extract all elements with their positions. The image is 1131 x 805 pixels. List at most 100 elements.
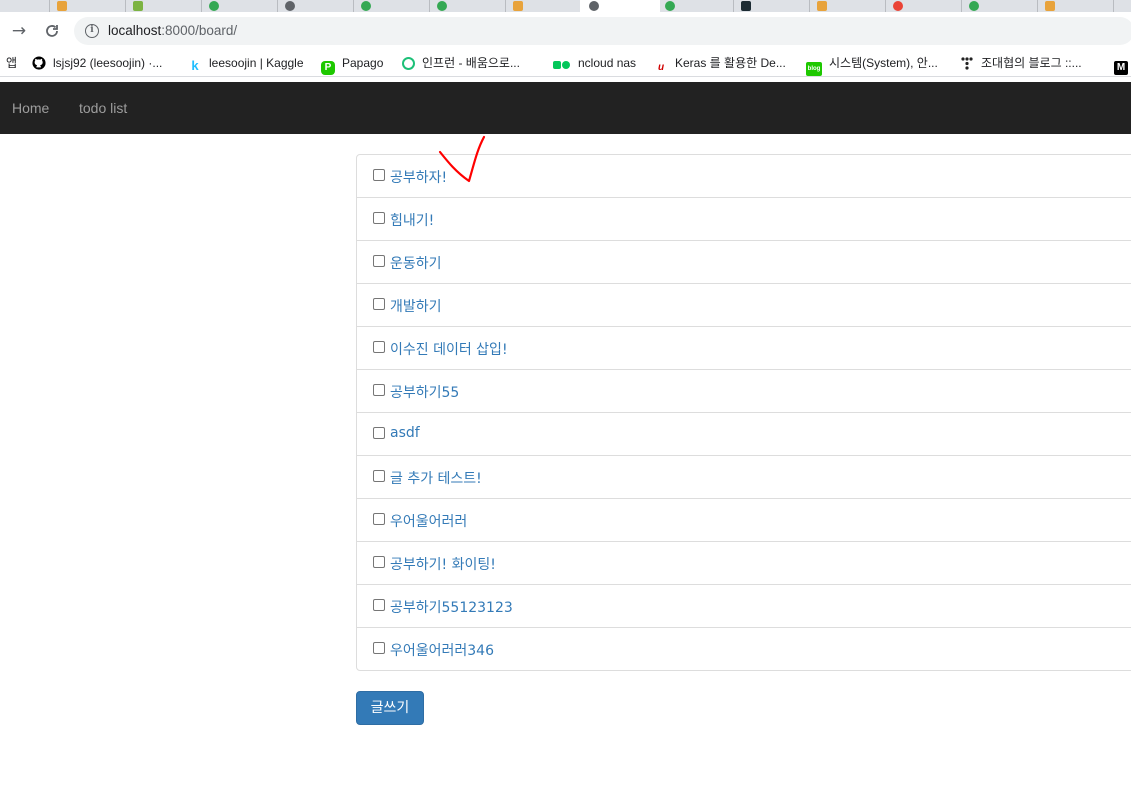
bookmark-papago[interactable]: P Papago [321, 55, 383, 75]
blog-icon: blog [806, 62, 822, 76]
todo-checkbox[interactable] [373, 341, 385, 353]
address-bar[interactable]: i localhost:8000/board/ [74, 17, 1131, 45]
bookmark-blog[interactable]: blog 시스템(System), 안... [806, 55, 938, 76]
todo-item: 공부하기55 [357, 370, 1131, 413]
browser-tab[interactable] [1036, 0, 1114, 12]
todo-item: 운동하기 [357, 241, 1131, 284]
browser-tab[interactable] [504, 0, 582, 12]
bookmark-label: ncloud nas [578, 56, 637, 70]
bookmark-label: 인프런 - 배움으로... [422, 56, 520, 70]
browser-toolbar: → i localhost:8000/board/ [0, 12, 1131, 48]
browser-tab[interactable] [428, 0, 506, 12]
todo-checkbox[interactable] [373, 556, 385, 568]
bookmark-ncloud[interactable]: ncloud nas [553, 55, 636, 71]
browser-tab[interactable] [884, 0, 962, 12]
todo-checkbox[interactable] [373, 470, 385, 482]
reload-svg [46, 25, 58, 37]
todo-label-link[interactable]: 개발하기 [390, 296, 442, 316]
tab-favicon-icon [893, 1, 903, 11]
tab-favicon-icon [513, 1, 523, 11]
todo-checkbox[interactable] [373, 212, 385, 224]
bookmark-medium[interactable]: M [1114, 55, 1131, 75]
tab-favicon-icon [133, 1, 143, 11]
todo-label-link[interactable]: 공부하기55 [390, 382, 459, 402]
todo-checkbox[interactable] [373, 427, 385, 439]
ncloud-icon [553, 60, 571, 74]
todo-checkbox[interactable] [373, 642, 385, 654]
browser-tab[interactable] [808, 0, 886, 12]
todo-item: 글 추가 테스트! [357, 456, 1131, 499]
url-path: :8000/board/ [161, 23, 238, 38]
tab-favicon-icon [57, 1, 67, 11]
todo-label-link[interactable]: 글 추가 테스트! [390, 468, 482, 488]
bookmark-inflearn[interactable]: 인프런 - 배움으로... [402, 55, 520, 71]
tab-favicon-icon [589, 1, 599, 11]
bookmark-label: Keras 를 활용한 De... [675, 56, 786, 70]
todo-label-link[interactable]: asdf [390, 425, 420, 441]
browser-tab[interactable] [0, 0, 50, 12]
browser-tab[interactable] [732, 0, 810, 12]
tistory-icon [960, 56, 974, 70]
tab-favicon-icon [361, 1, 371, 11]
tab-favicon-icon [437, 1, 447, 11]
browser-tab[interactable] [580, 0, 660, 12]
todo-item: 힘내기! [357, 198, 1131, 241]
todo-item: 우어울어러러 [357, 499, 1131, 542]
todo-item: asdf [357, 413, 1131, 456]
app-navbar: Home todo list [0, 82, 1131, 134]
todo-item: 개발하기 [357, 284, 1131, 327]
papago-icon: P [321, 61, 335, 75]
todo-label-link[interactable]: 힘내기! [390, 210, 434, 230]
bookmark-keras[interactable]: u Keras 를 활용한 De... [654, 55, 786, 73]
url-host: localhost [108, 23, 162, 38]
bookmark-tistory[interactable]: 조대협의 블로그 ::... [960, 55, 1082, 71]
reload-icon[interactable] [41, 20, 63, 42]
todo-label-link[interactable]: 이수진 데이터 삽입! [390, 339, 508, 359]
todo-checkbox[interactable] [373, 255, 385, 267]
browser-tab[interactable] [352, 0, 430, 12]
todo-checkbox[interactable] [373, 384, 385, 396]
bookmark-apps[interactable]: 앱 [6, 55, 17, 71]
forward-arrow-icon[interactable]: → [8, 20, 30, 42]
tab-favicon-icon [817, 1, 827, 11]
info-icon[interactable]: i [85, 24, 99, 38]
bookmark-label: leesoojin | Kaggle [209, 56, 304, 70]
nav-home-link[interactable]: Home [12, 100, 49, 116]
todo-label-link[interactable]: 공부하기! 화이팅! [390, 554, 496, 574]
browser-tab[interactable] [960, 0, 1038, 12]
bookmark-kaggle[interactable]: k leesoojin | Kaggle [188, 55, 304, 73]
todo-item: 공부하기! 화이팅! [357, 542, 1131, 585]
todo-checkbox[interactable] [373, 513, 385, 525]
write-button[interactable]: 글쓰기 [356, 691, 424, 725]
browser-tab[interactable] [200, 0, 278, 12]
todo-checkbox[interactable] [373, 599, 385, 611]
tab-favicon-icon [1045, 1, 1055, 11]
browser-tab[interactable] [276, 0, 354, 12]
browser-tab[interactable] [656, 0, 734, 12]
browser-tab[interactable] [48, 0, 126, 12]
todo-label-link[interactable]: 우어울어러러 [390, 511, 467, 531]
todo-list: 공부하자! 힘내기! 운동하기 개발하기 이수진 데이터 삽입! 공부하기55 asdf 글 … [356, 154, 1131, 671]
bookmark-label: 앱 [6, 56, 18, 70]
tab-favicon-icon [665, 1, 675, 11]
todo-item: 우어울어러러346 [357, 628, 1131, 670]
bookmark-github[interactable]: lsjsj92 (leesoojin) ·... [32, 55, 162, 71]
todo-label-link[interactable]: 우어울어러러346 [390, 640, 494, 660]
nav-todo-list-link[interactable]: todo list [79, 100, 127, 116]
todo-checkbox[interactable] [373, 169, 385, 181]
tab-favicon-icon [209, 1, 219, 11]
inflearn-icon [402, 57, 415, 70]
kaggle-icon: k [191, 58, 199, 73]
todo-label-link[interactable]: 공부하기55123123 [390, 597, 513, 617]
browser-tab[interactable] [124, 0, 202, 12]
todo-item: 공부하기55123123 [357, 585, 1131, 628]
bookmark-label: 시스템(System), 안... [829, 56, 938, 70]
todo-item: 이수진 데이터 삽입! [357, 327, 1131, 370]
bookmarks-bar: 앱 lsjsj92 (leesoojin) ·... k leesoojin | … [0, 48, 1131, 77]
github-icon [32, 56, 46, 70]
medium-icon: M [1114, 61, 1128, 75]
todo-label-link[interactable]: 운동하기 [390, 253, 442, 273]
keras-icon: u [657, 62, 665, 73]
tab-favicon-icon [969, 1, 979, 11]
todo-checkbox[interactable] [373, 298, 385, 310]
